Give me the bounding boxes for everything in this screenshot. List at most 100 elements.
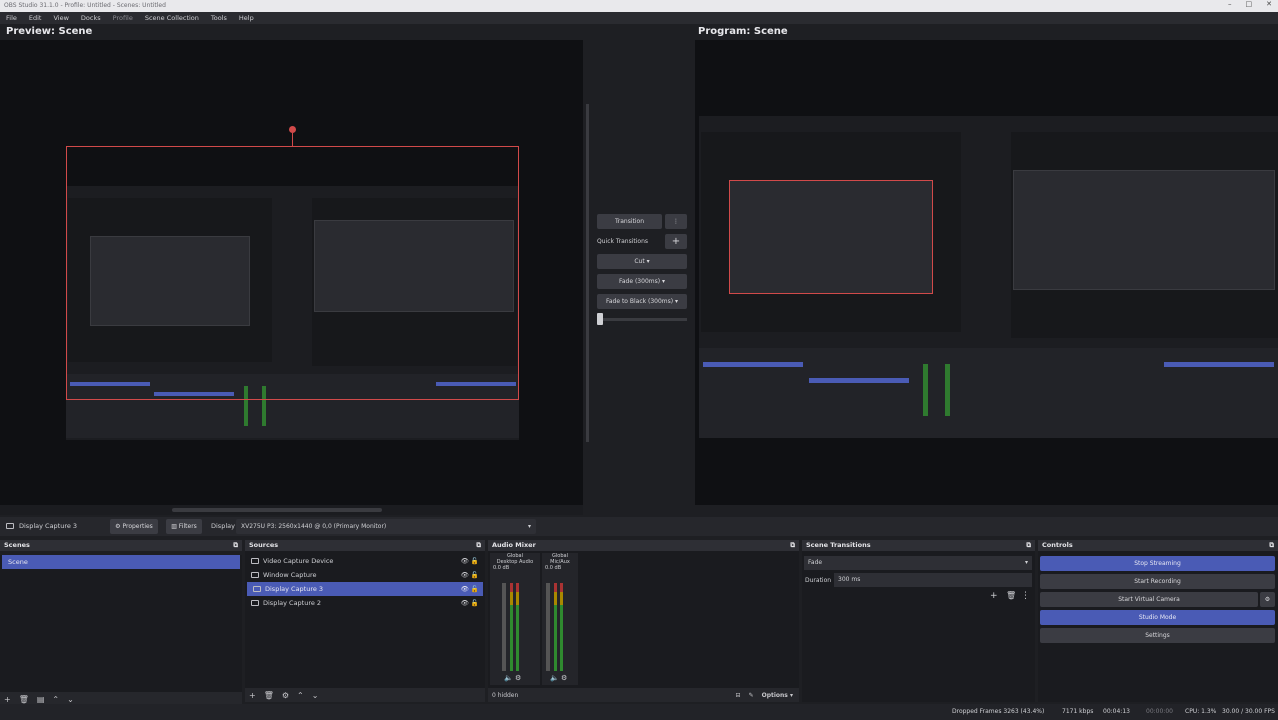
link-icon[interactable]: ✎ — [749, 692, 754, 699]
rec-time: 00:00:00 — [1146, 708, 1173, 715]
controls-title: Controls — [1042, 541, 1073, 549]
source-item-window-capture[interactable]: Window Capture 👁 🔓 — [245, 568, 485, 582]
fps: 30.00 / 30.00 FPS — [1222, 708, 1275, 715]
eye-icon[interactable]: 👁 🔓 — [461, 554, 479, 568]
audio-mixer-footer: 0 hidden ⊟ ✎ Options ▾ — [488, 688, 799, 702]
transition-button[interactable]: Transition — [597, 214, 662, 229]
fade-transition-button[interactable]: Fade (300ms) ▾ — [597, 274, 687, 289]
menu-tools[interactable]: Tools — [211, 12, 227, 24]
menu-view[interactable]: View — [53, 12, 68, 24]
preview-scrollbar[interactable] — [586, 104, 589, 442]
source-label: Display Capture 3 — [265, 585, 324, 593]
volume-slider[interactable] — [502, 583, 506, 671]
lock-icon[interactable]: ⊟ — [736, 692, 741, 699]
filter-icon[interactable]: ▤ — [37, 695, 45, 704]
stop-streaming-button[interactable]: Stop Streaming — [1040, 556, 1275, 571]
transition-select[interactable]: Fade ▾ — [804, 556, 1032, 570]
add-icon[interactable]: + — [4, 695, 11, 704]
source-item-display-capture-2[interactable]: Display Capture 2 👁 🔓 — [245, 596, 485, 610]
menu-profile[interactable]: Profile — [113, 12, 133, 24]
gear-icon[interactable]: ⚙ — [1260, 592, 1275, 607]
menu-help[interactable]: Help — [239, 12, 254, 24]
scene-transitions-dock: Scene Transitions ⧉ Fade ▾ Duration 300 ms… — [802, 540, 1035, 702]
status-bar: Dropped Frames 3263 (43.4%) 7171 kbps 00… — [0, 704, 1278, 720]
level-meter-left — [510, 583, 513, 671]
fade-black-transition-button[interactable]: Fade to Black (300ms) ▾ — [597, 294, 687, 309]
level-meter-right — [560, 583, 563, 671]
eye-icon[interactable]: 👁 🔓 — [461, 568, 479, 582]
dock-undock-icon[interactable]: ⧉ — [1026, 540, 1031, 551]
window-icon — [251, 572, 259, 578]
filter-icon: ▥ — [171, 523, 177, 530]
program-nested-program-inner — [1013, 170, 1275, 290]
cut-transition-button[interactable]: Cut ▾ — [597, 254, 687, 269]
channel-desktop-audio: Global Desktop Audio 0.0 dB 🔈 ⚙ — [490, 553, 540, 685]
move-up-icon[interactable]: ⌃ — [297, 691, 304, 700]
properties-button[interactable]: ⚙ Properties — [110, 519, 158, 534]
source-label: Display Capture 2 — [263, 599, 322, 607]
gear-icon[interactable]: ⚙ — [282, 691, 289, 700]
cut-label: Cut — [634, 258, 645, 265]
channel-db: 0.0 dB — [493, 565, 510, 571]
options-button[interactable]: Options ▾ — [762, 692, 793, 699]
add-icon[interactable]: + — [990, 591, 998, 601]
source-toolbar: Display Capture 3 ⚙ Properties ▥ Filters… — [0, 517, 1278, 536]
move-down-icon[interactable]: ⌄ — [312, 691, 319, 700]
source-item-display-capture-3[interactable]: Display Capture 3 👁 🔓 — [247, 582, 483, 596]
properties-label: Properties — [122, 523, 153, 530]
scenes-dock: Scenes ⧉ Scene + 🗑 ▤ ⌃ ⌄ — [0, 540, 242, 706]
duration-value: 300 ms — [838, 576, 861, 583]
dock-undock-icon[interactable]: ⧉ — [1269, 540, 1274, 551]
studio-mode-button[interactable]: Studio Mode — [1040, 610, 1275, 625]
channel-db: 0.0 dB — [545, 565, 562, 571]
trash-icon[interactable]: 🗑 — [19, 695, 29, 704]
source-item-video-capture[interactable]: Video Capture Device 👁 🔓 — [245, 554, 485, 568]
dock-undock-icon[interactable]: ⧉ — [476, 540, 481, 551]
menu-edit[interactable]: Edit — [29, 12, 42, 24]
eye-icon[interactable]: 👁 🔓 — [461, 582, 479, 596]
maximize-button[interactable]: □ — [1246, 0, 1253, 12]
dock-undock-icon[interactable]: ⧉ — [233, 540, 238, 551]
trash-icon[interactable]: 🗑 — [1006, 591, 1016, 600]
hidden-count: 0 hidden — [492, 691, 519, 699]
program-nested-preview — [701, 132, 961, 332]
stream-time: 00:04:13 — [1103, 708, 1130, 715]
preview-canvas[interactable] — [0, 40, 583, 505]
display-select[interactable]: XV275U P3: 2560x1440 @ 0,0 (Primary Moni… — [236, 519, 536, 534]
scene-transitions-title: Scene Transitions — [806, 541, 871, 549]
transition-menu-button[interactable]: ⋮ — [665, 214, 687, 229]
add-quick-transition-button[interactable]: + — [665, 234, 687, 249]
speaker-icon[interactable]: 🔈 ⚙ — [550, 674, 567, 682]
close-button[interactable]: ✕ — [1266, 0, 1272, 12]
audio-mixer-dock: Audio Mixer ⧉ Global Desktop Audio 0.0 dB… — [488, 540, 799, 702]
menu-docks[interactable]: Docks — [81, 12, 101, 24]
source-selection-box[interactable] — [66, 146, 519, 400]
window-title-bar: OBS Studio 31.1.0 - Profile: Untitled - … — [0, 0, 1278, 12]
start-recording-button[interactable]: Start Recording — [1040, 574, 1275, 589]
duration-input[interactable]: 300 ms — [834, 573, 1032, 587]
rotation-handle[interactable] — [289, 126, 296, 133]
t-bar-handle[interactable] — [597, 313, 603, 325]
menu-file[interactable]: File — [6, 12, 17, 24]
speaker-icon[interactable]: 🔈 ⚙ — [504, 674, 521, 682]
move-up-icon[interactable]: ⌃ — [52, 695, 59, 704]
move-down-icon[interactable]: ⌄ — [67, 695, 74, 704]
add-icon[interactable]: + — [249, 691, 256, 700]
eye-icon[interactable]: 👁 🔓 — [461, 596, 479, 610]
menu-scene-collection[interactable]: Scene Collection — [145, 12, 199, 24]
minimize-button[interactable]: – — [1228, 0, 1232, 12]
program-nested-docks — [699, 348, 1278, 438]
preview-h-scrollbar[interactable] — [172, 508, 382, 512]
sources-header: Sources ⧉ — [245, 540, 485, 551]
dock-undock-icon[interactable]: ⧉ — [790, 540, 795, 551]
t-bar-track[interactable] — [597, 318, 687, 321]
filters-button[interactable]: ▥ Filters — [166, 519, 202, 534]
dropped-frames: Dropped Frames 3263 (43.4%) — [952, 708, 1045, 715]
scenes-title: Scenes — [4, 541, 30, 549]
volume-slider[interactable] — [546, 583, 550, 671]
trash-icon[interactable]: 🗑 — [264, 691, 274, 700]
more-icon[interactable]: ⋮ — [1021, 591, 1030, 601]
scene-item[interactable]: Scene — [2, 555, 240, 569]
settings-button[interactable]: Settings — [1040, 628, 1275, 643]
start-virtual-camera-button[interactable]: Start Virtual Camera — [1040, 592, 1258, 607]
